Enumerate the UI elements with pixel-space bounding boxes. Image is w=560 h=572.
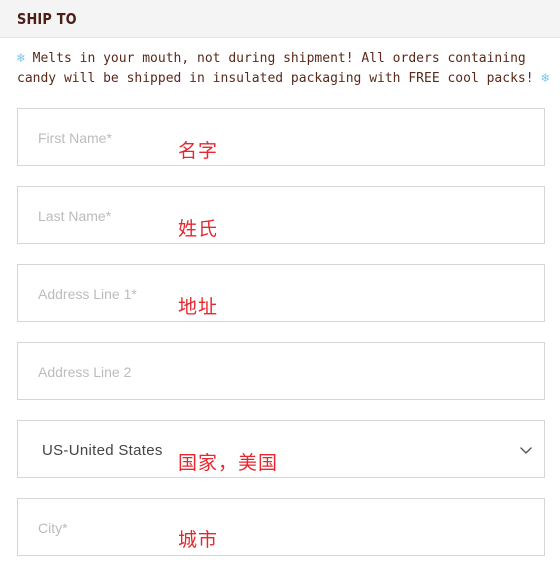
city-annotation: 城市 (178, 529, 219, 551)
section-header: SHIP TO (0, 0, 560, 38)
shipping-notice-text: Melts in your mouth, not during shipment… (17, 51, 534, 86)
snowflake-icon: ❄ (17, 51, 25, 66)
country-select[interactable]: US-United States (17, 420, 545, 478)
address-line-2-placeholder: Address Line 2 (38, 364, 132, 380)
address-line-1-annotation: 地址 (178, 296, 219, 318)
shipping-notice: ❄ Melts in your mouth, not during shipme… (17, 49, 553, 89)
snowflake-icon: ❄ (541, 71, 550, 86)
country-value: US-United States (42, 442, 163, 459)
address-line-1-field[interactable]: Address Line 1* (17, 264, 545, 322)
address-line-2-field[interactable]: Address Line 2 (17, 342, 545, 400)
first-name-annotation: 名字 (178, 140, 219, 162)
address-line-1-placeholder: Address Line 1* (38, 286, 137, 302)
first-name-placeholder: First Name* (38, 130, 112, 146)
first-name-field[interactable]: First Name* (17, 108, 545, 166)
last-name-annotation: 姓氏 (178, 218, 219, 240)
section-title: SHIP TO (17, 10, 77, 28)
last-name-placeholder: Last Name* (38, 208, 112, 224)
last-name-field[interactable]: Last Name* (17, 186, 545, 244)
city-placeholder: City* (38, 520, 68, 536)
city-field[interactable]: City* (17, 498, 545, 556)
country-annotation: 国家，美国 (178, 452, 279, 474)
chevron-down-icon[interactable] (519, 443, 533, 457)
